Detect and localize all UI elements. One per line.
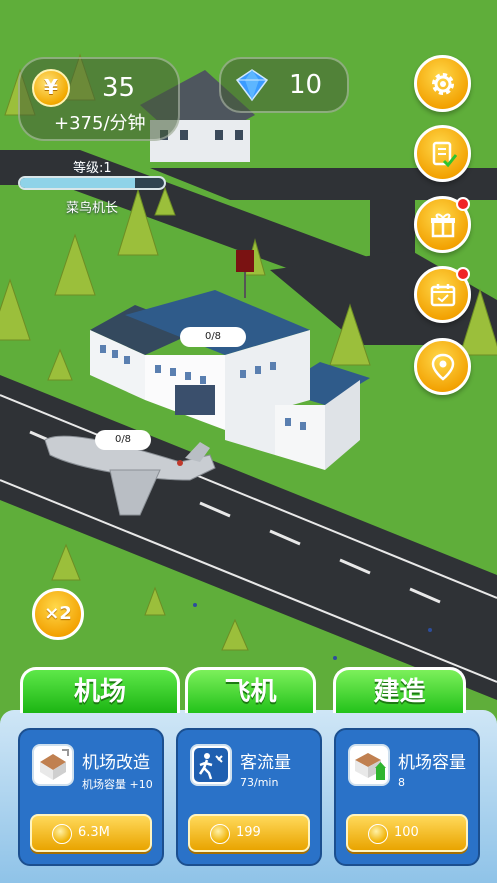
upgrade-card-terminal: 机场改造 机场容量 +10 6.3M — [18, 728, 164, 866]
level-progress-fill — [20, 178, 136, 188]
diamond-icon — [235, 69, 269, 102]
tasks-button[interactable] — [414, 125, 471, 182]
coin-icon — [210, 824, 230, 844]
task-list-icon — [432, 141, 457, 168]
checkin-notification-dot — [456, 267, 470, 281]
settings-button[interactable] — [414, 55, 471, 112]
card-subtitle: 73/min — [240, 776, 279, 789]
level-progress-bar — [18, 176, 166, 190]
gift-icon — [431, 213, 455, 238]
upgrade-capacity-button[interactable]: 100 — [346, 814, 468, 852]
location-pin-icon — [431, 353, 455, 381]
coin-icon — [32, 69, 70, 107]
level-label: 等级:1 — [73, 161, 112, 176]
upgrade-terminal-button[interactable]: 6.3M — [30, 814, 152, 852]
price-label: 100 — [394, 825, 419, 840]
tab-airport[interactable]: 机场 — [20, 667, 180, 713]
upgrade-card-capacity: 机场容量 8 100 — [334, 728, 480, 866]
upgrade-passenger-flow-button[interactable]: 199 — [188, 814, 310, 852]
terminal-upgrade-icon — [32, 744, 74, 786]
gem-counter: 10 — [219, 57, 349, 113]
airport-capacity-icon — [348, 744, 390, 786]
upgrade-card-passenger-flow: 客流量 73/min 199 — [176, 728, 322, 866]
gift-button[interactable] — [414, 196, 471, 253]
gift-notification-dot — [456, 197, 470, 211]
card-title: 客流量 — [240, 753, 291, 773]
double-income-button[interactable]: ×2 — [32, 588, 84, 640]
card-title: 机场改造 — [82, 753, 150, 773]
rank-label: 菜鸟机长 — [66, 201, 119, 216]
gear-icon — [432, 73, 454, 95]
coin-icon — [52, 824, 72, 844]
tab-build[interactable]: 建造 — [333, 667, 466, 713]
coin-counter: 35 +375/分钟 — [18, 57, 180, 141]
card-subtitle: 8 — [398, 776, 405, 789]
passenger-flow-icon — [190, 744, 232, 786]
terminal-capacity-bubble: 0/8 — [180, 327, 246, 347]
coin-rate: +375/分钟 — [54, 113, 146, 134]
location-button[interactable] — [414, 338, 471, 395]
card-title: 机场容量 — [398, 753, 466, 773]
daily-checkin-button[interactable] — [414, 266, 471, 323]
price-label: 6.3M — [78, 825, 110, 840]
plane-capacity-bubble: 0/8 — [95, 430, 151, 450]
calendar-icon — [430, 284, 456, 307]
coin-icon — [368, 824, 388, 844]
card-subtitle: 机场容量 +10 — [82, 778, 153, 791]
gem-value: 10 — [289, 70, 323, 100]
coin-value: 35 — [102, 73, 136, 103]
tab-planes[interactable]: 飞机 — [185, 667, 316, 713]
price-label: 199 — [236, 825, 261, 840]
